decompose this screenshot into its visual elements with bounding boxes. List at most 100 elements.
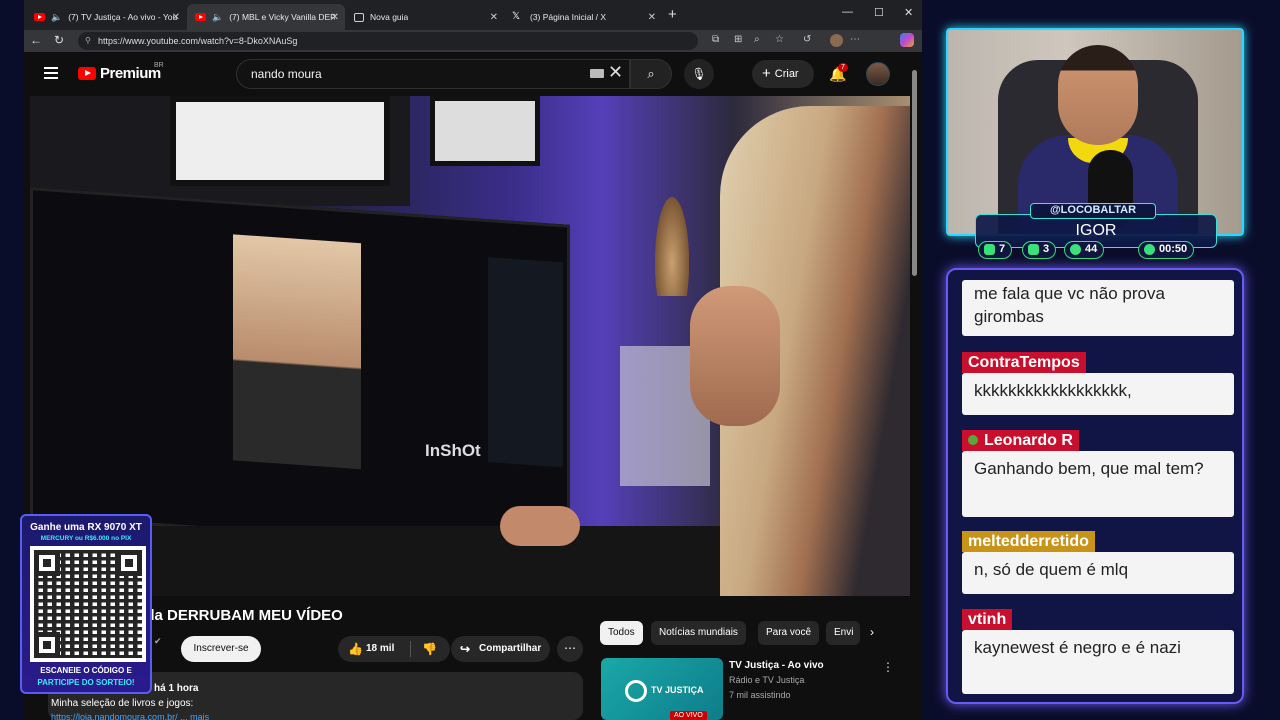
chat-text: n, só de quem é mlq [974,560,1129,579]
chat-text: me fala que vc não prova girombas [974,284,1165,326]
dislike-icon[interactable]: 👎 [422,636,437,662]
tab-x[interactable]: 𝕏 (3) Página Inicial / X ✕ [504,4,662,30]
stat-viewers: 44 [1064,241,1105,259]
youtube-icon [34,13,45,21]
reload-icon[interactable]: ↻ [54,33,64,47]
video-scene-monitor-side [488,257,563,468]
chat-username: meltedderretido [962,531,1095,552]
recommended-views: 7 mil assistindo [729,690,791,700]
video-scene-frame [430,96,540,166]
stat-youtube: 3 [1022,241,1057,259]
share-label: Compartilhar [479,643,542,654]
chat-message: me fala que vc não prova girombas [962,280,1234,336]
apps-icon[interactable]: ⊞ [734,34,742,45]
youtube-icon [195,13,206,21]
new-tab-icon[interactable]: + [668,6,677,23]
extension-icon[interactable]: ⧉ [712,34,719,45]
close-icon[interactable]: ✕ [490,12,498,23]
video-scene-face [690,286,780,426]
url-bar[interactable]: ⚲ https://www.youtube.com/watch?v=8-DkoX… [78,32,698,50]
description-link[interactable]: https://loja.nandomoura.com.br/ ... mais [51,712,209,720]
promo-line2: MERCURY ou R$6.000 no PIX [40,535,132,542]
mic-icon: 🎙 [691,67,707,81]
tab-tv-justica[interactable]: 🔈 (7) TV Justiça - Ao vivo - You ✕ [26,4,186,30]
recommended-channel[interactable]: Rádio e TV Justiça [729,675,804,685]
promo-line1: Ganhe uma RX 9070 XT [30,522,142,533]
chat-icon [984,244,995,255]
back-icon[interactable]: ← [30,33,42,47]
stat-value: 7 [999,243,1006,255]
more-icon[interactable]: ⋯ [850,34,860,45]
clear-search-icon[interactable]: ✕ [608,62,623,83]
address-row: ← ↻ ⚲ https://www.youtube.com/watch?v=8-… [24,30,922,52]
chat-message: n, só de quem é mlq [962,552,1234,594]
menu-icon[interactable] [44,67,58,82]
maximize-icon[interactable]: ☐ [874,6,884,19]
subscribe-button[interactable]: Inscrever-se [181,636,261,662]
minimize-icon[interactable]: — [842,6,853,18]
keyboard-icon[interactable] [590,69,604,78]
chip-noticias[interactable]: Notícias mundiais [651,621,746,645]
chat-overlay: me fala que vc não prova girombas Contra… [946,268,1244,704]
close-window-icon[interactable]: ✕ [904,6,913,19]
chevron-right-icon[interactable]: › [870,625,874,639]
close-icon[interactable]: ✕ [648,12,656,23]
search-input[interactable]: nando moura [236,59,630,89]
chip-todos[interactable]: Todos [600,621,643,645]
video-scene-monitor-screen [233,234,361,470]
youtube-header: Premium BR nando moura ✕ ⌕ 🎙 + Criar 🔔 7 [24,52,922,96]
video-scene-hand [500,506,580,546]
video-title: illa DERRUBAM MEU VÍDEO [142,607,343,624]
site-info-icon[interactable]: ⚲ [85,32,91,50]
verified-icon: ✔ [154,636,162,646]
chat-username: ContraTempos [962,352,1086,373]
like-count[interactable]: 18 mil [366,636,394,662]
close-icon[interactable]: ✕ [331,12,339,23]
qr-eye [34,632,60,658]
youtube-logo-icon[interactable] [78,67,96,80]
stat-value: 3 [1043,243,1050,255]
streamer-handle: @LOCOBALTAR [1030,203,1156,219]
stat-value: 00:50 [1159,243,1188,255]
more-actions-button[interactable]: ⋯ [557,636,583,662]
tab-label: Nova guia [370,12,409,22]
tab-bar: 🔈 (7) TV Justiça - Ao vivo - You ✕ 🔈 (7)… [24,0,922,30]
close-icon[interactable]: ✕ [172,12,180,23]
stat-chat: 7 [978,241,1013,259]
qr-promo: Ganhe uma RX 9070 XT MERCURY ou R$6.000 … [20,514,152,694]
scrollbar[interactable] [912,70,917,276]
voice-search-button[interactable]: 🎙 [684,59,714,89]
star-icon[interactable]: ☆ [775,34,784,45]
refresh-ext-icon[interactable]: ↺ [803,34,811,45]
plus-icon: + [762,65,771,82]
speaker-icon[interactable]: 🔈 [212,12,223,23]
tab-label: (3) Página Inicial / X [530,12,607,22]
stat-value: 44 [1085,243,1098,255]
recommended-title[interactable]: TV Justiça - Ao vivo [729,660,824,671]
search-button[interactable]: ⌕ [630,59,672,89]
share-button[interactable]: ↪ Compartilhar [451,636,550,662]
tab-nova-guia[interactable]: Nova guia ✕ [346,4,504,30]
create-button[interactable]: + Criar [752,60,814,88]
upload-time: há 1 hora [154,683,199,694]
share-icon: ↪ [460,642,471,656]
like-icon[interactable]: 👍 [348,636,363,662]
chat-message: Ganhando bem, que mal tem? [962,451,1234,517]
profile-icon[interactable] [830,34,843,47]
like-dislike-group: 👍 18 mil 👎 [338,636,450,662]
copilot-icon[interactable] [900,33,914,47]
speaker-icon[interactable]: 🔈 [51,12,62,23]
page-icon [354,12,364,22]
video-scene-monitor [30,187,570,555]
stat-uptime: 00:50 [1138,241,1195,259]
zoom-icon[interactable]: ⌕ [754,34,760,45]
more-vertical-icon[interactable]: ⋮ [882,660,894,674]
chip-envi[interactable]: Envi [826,621,860,645]
chip-para-voce[interactable]: Para você [758,621,820,645]
video-scene-frame [170,96,390,186]
tab-mbl[interactable]: 🔈 (7) MBL e Vicky Vanilla DERR ✕ [187,4,345,30]
avatar[interactable] [866,62,890,86]
video-watermark: InShOt [425,441,481,460]
video-player[interactable]: InShOt [30,96,910,596]
chat-text: Ganhando bem, que mal tem? [974,459,1204,478]
